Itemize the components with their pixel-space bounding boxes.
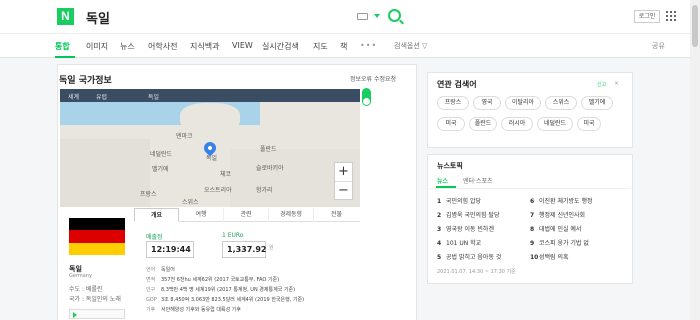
related-chip[interactable]: 미국 — [437, 117, 465, 131]
capital-text: 수도 : 베를린 — [69, 286, 103, 293]
country-tabs: 개요 여행 관련 경제동향 전물 — [134, 208, 360, 222]
tab-overview[interactable]: 개요 — [134, 208, 179, 222]
info-row-population: 인구 8,3백만 4백 명 세계19위 (2017 통계청, UN 경제통계국 기… — [146, 287, 296, 293]
news-topics-panel — [427, 154, 633, 284]
anthem-player[interactable] — [69, 309, 125, 319]
news-item[interactable]: 5 공법 밝히고 음아동 것 — [437, 252, 501, 261]
related-chip[interactable]: 이탈리아 — [505, 96, 541, 110]
scrollbar-thumb[interactable] — [692, 5, 698, 47]
map-crumb-europe[interactable]: 유럽 — [96, 92, 107, 101]
map-breadcrumb: 세계 유럽 독일 — [60, 89, 360, 102]
news-item[interactable]: 8 대법에 인실 예서 — [530, 224, 581, 233]
map-label-denmark: 덴마크 — [176, 133, 193, 140]
related-chip[interactable]: 러시아 — [501, 117, 533, 131]
tab-travel[interactable]: 여행 — [179, 208, 224, 222]
related-chip[interactable]: 네덜란드 — [537, 117, 573, 131]
search-icon[interactable] — [388, 9, 401, 22]
tab-all-info[interactable]: 전물 — [314, 208, 359, 222]
news-item[interactable]: 9 코스피 웅가 기법 없 — [530, 238, 589, 247]
map-label-switzerland: 스위스 — [182, 199, 199, 206]
news-tab-news[interactable]: 뉴스 — [437, 176, 448, 185]
login-button[interactable]: 로그인 — [634, 10, 660, 23]
news-item[interactable]: 10성백림 의혹 — [530, 252, 569, 261]
search-tabs: 통합 이미지 뉴스 어학사전 지식백과 VIEW 실시간검색 지도 책 ••• … — [0, 33, 700, 58]
active-tab-indicator — [55, 56, 75, 58]
card-title: 독일 국가정보 — [59, 76, 112, 86]
tab-encyclopedia[interactable]: 지식백과 — [190, 41, 219, 52]
related-chip[interactable]: 프랑스 — [437, 96, 469, 110]
zoom-in-button[interactable]: + — [335, 163, 352, 181]
page-scrollbar[interactable] — [690, 0, 700, 320]
search-options-button[interactable]: 검색옵션 ▽ — [394, 41, 427, 51]
map-label-slovakia: 슬로바키아 — [256, 165, 284, 172]
tab-news[interactable]: 뉴스 — [120, 41, 135, 52]
map-label-hungary: 헝가리 — [256, 187, 273, 194]
news-item[interactable]: 6 이진환 체기방도 행정 — [530, 196, 593, 205]
info-row-climate: 기후 서안해양성 기후와 동유럽 대륙성 기후 — [146, 307, 241, 313]
news-item[interactable]: 2 김병욱 국민의힘 탈당 — [437, 210, 500, 219]
chevron-down-icon[interactable] — [374, 14, 380, 18]
map-label-poland: 폴란드 — [260, 146, 277, 153]
news-item[interactable]: 7 행정제 신년인사회 — [530, 210, 585, 219]
news-timestamp: 2021.01.07. 14:30 ~ 17:30 기준 — [437, 269, 516, 275]
share-button[interactable]: 공유 — [652, 41, 665, 51]
tab-view[interactable]: VIEW — [232, 41, 253, 50]
report-error-link[interactable]: 정보오류 수정요청 — [350, 74, 396, 83]
currency-unit: 원 — [269, 245, 274, 251]
exchange-rate-value: 1,337.92 — [222, 241, 266, 258]
map-toggle[interactable] — [362, 88, 371, 106]
news-item[interactable]: 1 국민의힘 압당 — [437, 196, 481, 205]
related-title: 연관 검색어 — [437, 80, 477, 89]
news-title: 뉴스토픽 — [437, 162, 463, 170]
map-label-netherlands: 네덜란드 — [150, 151, 173, 158]
germany-flag — [69, 218, 125, 255]
apps-grid-icon[interactable] — [666, 11, 676, 21]
zoom-out-button[interactable]: − — [335, 181, 352, 199]
tab-images[interactable]: 이미지 — [86, 41, 108, 52]
tab-related[interactable]: 관련 — [224, 208, 269, 222]
map-crumb-world[interactable]: 세계 — [68, 92, 79, 101]
tab-map[interactable]: 지도 — [313, 41, 328, 52]
news-item[interactable]: 3 영국왕 이동 빈하겐 — [437, 224, 494, 233]
related-chip[interactable]: 폴란드 — [469, 117, 497, 131]
info-row-gdp: GDP 3조 8,450억 3,063만 823.5달러 세계4위 (2019 한… — [146, 297, 305, 303]
time-label: 매출정 — [146, 234, 163, 241]
news-tab-entertainment[interactable]: 엔터·스포츠 — [463, 176, 493, 185]
news-item[interactable]: 4 101 UN 학교 — [437, 238, 481, 247]
map-label-belgium: 벨기에 — [152, 166, 169, 173]
report-link[interactable]: 신고 — [597, 81, 606, 88]
map-zoom-control: + − — [334, 162, 353, 200]
tab-realtime[interactable]: 실시간검색 — [262, 41, 299, 52]
info-row-area: 면적 357천 6천hu 세계62위 (2017 국토교통부, FAO 기준) — [146, 277, 280, 283]
related-chip[interactable]: 영국 — [473, 96, 501, 110]
currency-unit-label: 1 EURo — [222, 232, 244, 239]
divider — [430, 188, 630, 189]
tab-economy[interactable]: 경제동향 — [269, 208, 314, 222]
anthem-link[interactable]: 국가 : 독일인의 노래 — [69, 294, 121, 303]
map-label-czech: 체코 — [220, 171, 232, 178]
time-value: 12:19:44 — [146, 241, 194, 258]
map-label-austria: 오스트리아 — [204, 187, 232, 194]
naver-logo[interactable]: N — [57, 8, 74, 25]
related-chip[interactable]: 미국 — [577, 117, 601, 131]
related-chip[interactable]: 스위스 — [545, 96, 577, 110]
related-chip[interactable]: 벨기에 — [581, 96, 613, 110]
tab-dictionary[interactable]: 어학사전 — [148, 41, 177, 52]
country-name-en: Germany — [69, 273, 92, 279]
tab-all[interactable]: 통합 — [55, 41, 70, 52]
map-crumb-germany[interactable]: 독일 — [148, 92, 159, 101]
info-row-language: 언어 독일어 — [146, 267, 175, 273]
close-icon[interactable]: × — [614, 80, 619, 87]
search-input[interactable]: 독일 — [86, 8, 110, 27]
map-label-france: 프랑스 — [140, 191, 157, 198]
search-header: N 독일 로그인 — [0, 0, 700, 33]
keyboard-icon[interactable] — [357, 13, 368, 20]
tab-book[interactable]: 책 — [340, 41, 347, 52]
more-tabs-button[interactable]: ••• — [360, 41, 377, 50]
